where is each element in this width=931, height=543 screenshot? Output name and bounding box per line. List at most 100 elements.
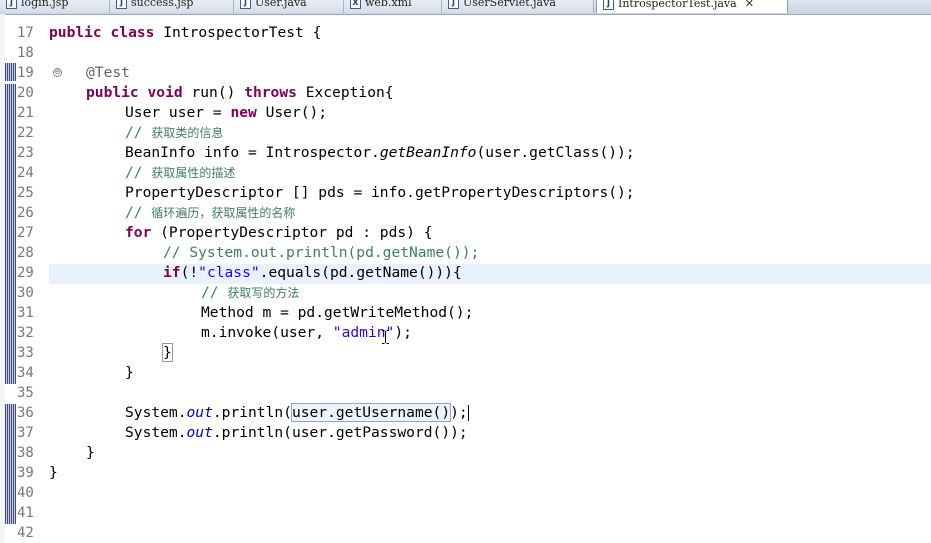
java-file-icon: J: [448, 0, 459, 9]
code-text: .println(user.getPassword());: [212, 424, 468, 441]
code-text: Exception{: [296, 84, 394, 101]
tab-label: success.jsp: [131, 0, 194, 9]
keyword: throws: [244, 84, 297, 101]
comment-marker: //: [125, 204, 152, 221]
comment-marker: //: [125, 164, 152, 181]
line-number: 23: [17, 145, 34, 161]
line-number: 18: [17, 45, 34, 61]
code-text: m.invoke(user,: [201, 324, 333, 341]
comment-marker: //: [201, 284, 228, 301]
change-marker: [5, 63, 16, 81]
comment: 循环遍历，获取属性的名称: [151, 206, 296, 220]
string-literal: "class": [198, 264, 260, 281]
code-text: Method m = pd.getWriteMethod();: [201, 304, 474, 321]
line-number: 17: [17, 25, 34, 41]
code-line-19: @Test: [86, 63, 130, 83]
line-number: 36: [17, 405, 34, 421]
code-line-28: // System.out.println(pd.getName());: [163, 243, 479, 263]
comment: 获取属性的描述: [151, 166, 236, 180]
code-text: User user =: [125, 104, 231, 121]
java-file-icon: J: [603, 0, 614, 10]
code-text: System.: [125, 404, 187, 421]
close-icon[interactable]: ✕: [745, 0, 754, 10]
line-number: 32: [17, 325, 34, 341]
line-number: 30: [17, 285, 34, 301]
code-line-32: m.invoke(user, "admin");: [201, 323, 412, 343]
tab-introspectortest-java[interactable]: J IntrospectorTest.java ✕: [596, 0, 788, 13]
comment: 获取类的信息: [151, 126, 224, 140]
code-text: }: [49, 464, 58, 481]
code-text: User();: [256, 104, 328, 121]
code-text: IntrospectorTest {: [154, 24, 322, 41]
code-text: BeanInfo info = Introspector.: [125, 144, 380, 161]
editor-tab-bar: Jlogin.jsp Jsuccess.jsp J User.java Xweb.…: [0, 0, 931, 15]
selected-expression: user.getUsername(): [290, 403, 452, 422]
keyword: if: [163, 264, 181, 281]
keyword: for: [125, 224, 152, 241]
static-field: out: [186, 404, 213, 421]
code-line-39: }: [49, 463, 58, 483]
code-text: PropertyDescriptor [] pds = info.getProp…: [125, 184, 635, 201]
line-number: 33: [17, 345, 34, 361]
code-text: .println(: [212, 404, 292, 421]
line-number: 37: [17, 425, 34, 441]
fold-collapse-icon[interactable]: ⊖: [53, 68, 62, 77]
code-text: (!: [180, 264, 199, 281]
line-number: 40: [17, 485, 34, 501]
change-marker: [5, 84, 16, 384]
code-line-38: }: [86, 443, 95, 463]
xml-file-icon: X: [350, 0, 361, 9]
comment-marker: //: [125, 124, 152, 141]
code-line-37: System.out.println(user.getPassword());: [125, 423, 468, 443]
code-line-21: User user = new User();: [125, 103, 327, 123]
tab-web-xml[interactable]: Xweb.xml: [344, 0, 442, 13]
code-line-20: public void run() throws Exception{: [86, 83, 394, 103]
line-number: 42: [17, 525, 34, 541]
tab-success-jsp[interactable]: Jsuccess.jsp: [110, 0, 234, 13]
static-field: out: [186, 424, 213, 441]
comment: 获取写的方法: [227, 286, 300, 300]
text-caret: [467, 405, 469, 421]
code-line-25: PropertyDescriptor [] pds = info.getProp…: [125, 183, 635, 203]
comment: // System.out.println(pd.getName());: [163, 244, 480, 261]
line-number: 19: [17, 65, 34, 81]
code-line-36: System.out.println(user.getUsername());: [125, 403, 469, 423]
line-number: 39: [17, 465, 34, 481]
code-line-30: // 获取写的方法: [201, 283, 299, 303]
line-number: 35: [17, 385, 34, 401]
jsp-file-icon: J: [6, 0, 17, 9]
code-text: (user.getClass());: [476, 144, 635, 161]
annotation: @Test: [86, 64, 130, 81]
line-number: 22: [17, 125, 34, 141]
tab-label: IntrospectorTest.java: [618, 0, 737, 10]
keyword: public: [49, 24, 102, 41]
tab-login-jsp[interactable]: Jlogin.jsp: [0, 0, 110, 13]
keyword: public: [86, 84, 139, 101]
line-number: 28: [17, 245, 34, 261]
line-number: 21: [17, 105, 34, 121]
tab-label: UserServlet.java: [463, 0, 556, 9]
code-line-31: Method m = pd.getWriteMethod();: [201, 303, 473, 323]
code-line-29: if(!"class".equals(pd.getName())){: [163, 263, 462, 283]
code-text: }: [125, 364, 134, 381]
java-file-icon: J: [240, 0, 251, 9]
line-number: 34: [17, 365, 34, 381]
code-text: (PropertyDescriptor pd : pds) {: [151, 224, 433, 241]
tab-user-java[interactable]: J User.java: [234, 0, 344, 13]
code-text: }: [86, 444, 95, 461]
tab-label: login.jsp: [21, 0, 69, 9]
line-number: 26: [17, 205, 34, 221]
keyword: new: [230, 104, 257, 121]
code-line-23: BeanInfo info = Introspector.getBeanInfo…: [125, 143, 635, 163]
line-number: 24: [17, 165, 34, 181]
keyword: void: [147, 84, 183, 101]
code-text: System.: [125, 424, 187, 441]
code-text: );: [450, 404, 468, 421]
tab-userservlet-java[interactable]: J UserServlet.java: [442, 0, 594, 13]
line-number: 25: [17, 185, 34, 201]
code-line-24: // 获取属性的描述: [125, 163, 235, 183]
code-line-26: // 循环遍历，获取属性的名称: [125, 203, 295, 223]
text-cursor-icon: [382, 330, 389, 344]
code-line-17: public class IntrospectorTest {: [49, 23, 321, 43]
line-number: 38: [17, 445, 34, 461]
